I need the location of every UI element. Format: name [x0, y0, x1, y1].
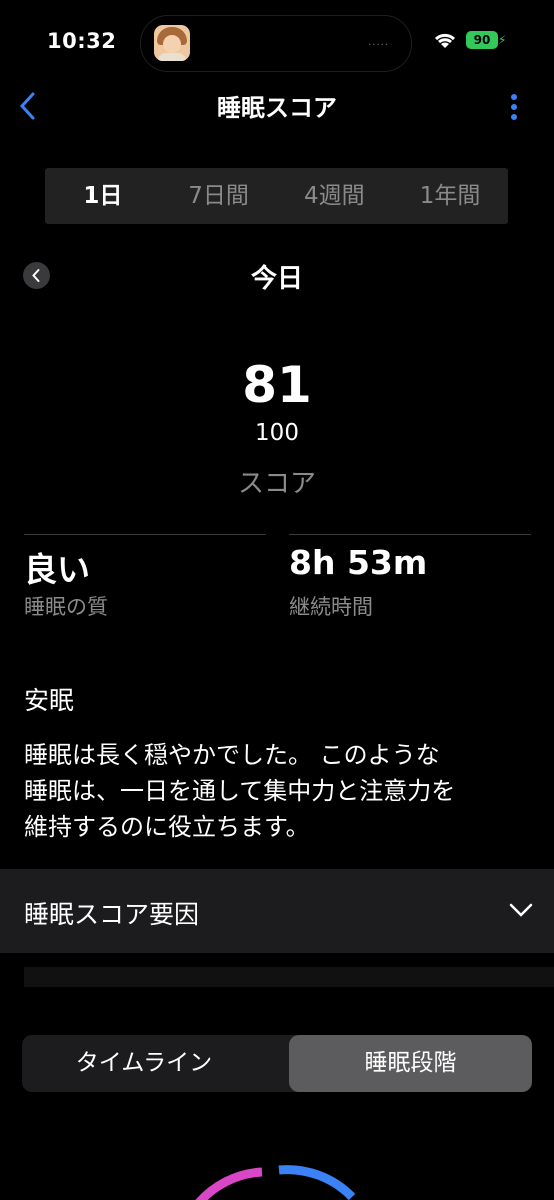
status-time: 10:32 — [47, 29, 117, 53]
divider — [289, 534, 531, 535]
tab-1-day[interactable]: 1日 — [45, 168, 161, 224]
sleep-stage-ring — [195, 1165, 356, 1200]
page-title: 睡眠スコア — [217, 94, 337, 122]
ring-segment-pink — [195, 1167, 263, 1200]
sleep-duration-label: 継続時間 — [289, 595, 373, 619]
charging-icon: ⚡ — [498, 33, 507, 47]
sleep-quality-label: 睡眠の質 — [24, 595, 108, 619]
sleep-score-label: スコア — [237, 469, 316, 499]
insight-line: 睡眠は、一日を通して集中力と注意力を — [24, 777, 456, 805]
avatar — [154, 25, 190, 61]
more-menu-icon[interactable] — [506, 93, 522, 123]
audio-activity-icon: ····· — [368, 40, 389, 51]
period-segmented-control: 1日 7日間 4週間 1年間 — [45, 168, 508, 224]
insight-line: 睡眠は長く穏やかでした。 このような — [24, 741, 440, 769]
sleep-score-factors-label: 睡眠スコア要因 — [24, 900, 200, 929]
sleep-score-factors-row[interactable]: 睡眠スコア要因 — [0, 869, 554, 953]
tab-timeline[interactable]: タイムライン — [22, 1035, 266, 1092]
tab-sleep-stages[interactable]: 睡眠段階 — [289, 1035, 532, 1092]
view-toggle: タイムライン 睡眠段階 — [22, 1035, 532, 1092]
chevron-down-icon — [509, 903, 533, 917]
divider — [24, 534, 266, 535]
sleep-score-value: 81 — [242, 356, 312, 414]
ring-segment-blue — [278, 1165, 356, 1200]
day-title: 今日 — [250, 264, 303, 294]
sleep-duration-value: 8h 53m — [289, 543, 428, 582]
sleep-score-max: 100 — [255, 420, 299, 446]
tab-4-weeks[interactable]: 4週間 — [277, 168, 393, 224]
battery-indicator: 90 — [466, 31, 498, 49]
tab-7-days[interactable]: 7日間 — [161, 168, 277, 224]
wifi-icon — [434, 33, 456, 48]
sleep-quality-value: 良い — [24, 550, 90, 589]
dynamic-island: ····· — [140, 15, 412, 72]
insight-heading: 安眠 — [24, 686, 75, 715]
insight-description: 睡眠は長く穏やかでした。 このような 睡眠は、一日を通して集中力と注意力を 維持… — [24, 737, 534, 845]
insight-line: 維持するのに役立ちます。 — [24, 813, 310, 841]
section-separator — [24, 967, 554, 987]
tab-1-year[interactable]: 1年間 — [392, 168, 508, 224]
